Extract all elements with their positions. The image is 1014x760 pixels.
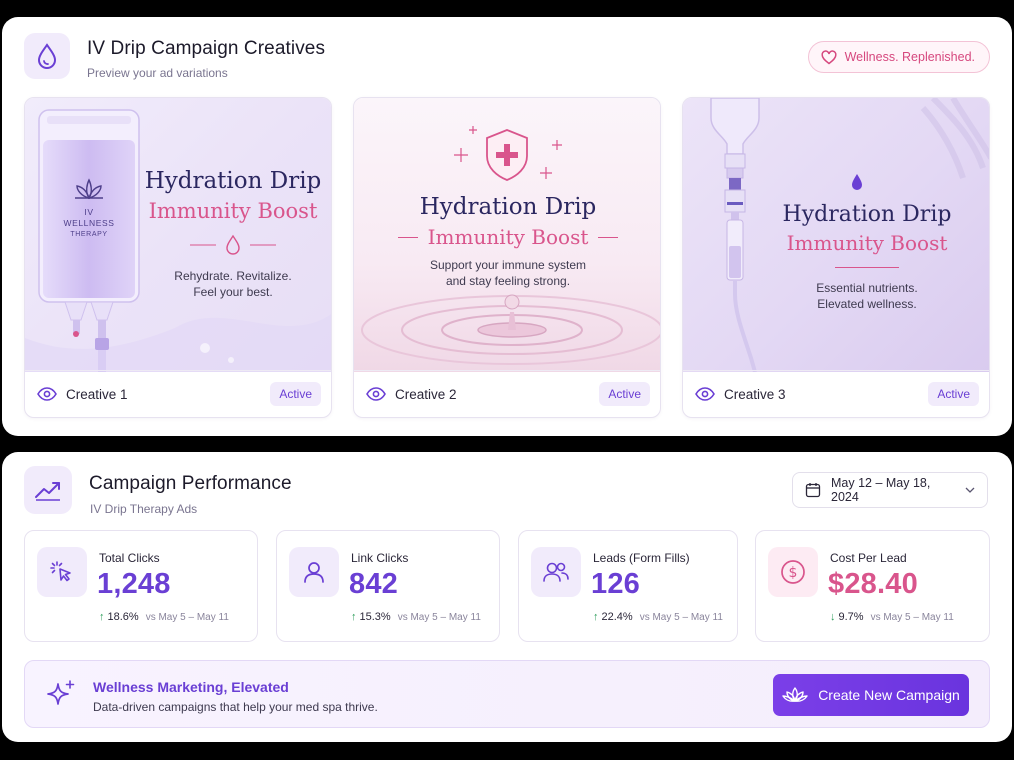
drop-icon bbox=[24, 33, 70, 79]
svg-text:$: $ bbox=[789, 565, 798, 581]
performance-title: Campaign Performance bbox=[89, 473, 292, 494]
stat-total-clicks-compare: vs May 5 – May 11 bbox=[145, 611, 229, 623]
trend-up-icon bbox=[24, 466, 72, 514]
stat-cost-per-lead-compare: vs May 5 – May 11 bbox=[870, 611, 954, 623]
stat-card-total-clicks: Total Clicks 1,248 ↑ 18.6% vs May 5 – Ma… bbox=[24, 530, 258, 642]
stat-card-leads: Leads (Form Fills) 126 ↑ 22.4% vs May 5 … bbox=[518, 530, 738, 642]
creative-3-copy-line1: Essential nutrients. bbox=[816, 281, 918, 295]
banner-subtitle: Data-driven campaigns that help your med… bbox=[93, 700, 378, 714]
user-icon bbox=[289, 547, 339, 597]
heart-icon bbox=[821, 49, 837, 64]
creative-2-subhead: Immunity Boost bbox=[427, 225, 589, 249]
creative-card-1[interactable]: IV WELLNESS THERAPY Hydration Drip Immun… bbox=[24, 97, 332, 418]
creative-2-copy-line2: and stay feeling strong. bbox=[445, 274, 571, 288]
stat-total-clicks-value: 1,248 bbox=[97, 568, 171, 600]
creative-1-footer: Creative 1 Active bbox=[25, 370, 331, 417]
creative-1-headline: Hydration Drip bbox=[144, 168, 322, 194]
creative-1-copy-line1: Rehydrate. Revitalize. bbox=[174, 269, 292, 283]
creative-2-status-badge: Active bbox=[599, 382, 650, 406]
users-icon bbox=[531, 547, 581, 597]
creative-2-headline: Hydration Drip bbox=[419, 194, 597, 220]
cursor-click-icon bbox=[37, 547, 87, 597]
stat-leads-compare: vs May 5 – May 11 bbox=[639, 611, 723, 623]
creative-3-divider bbox=[835, 267, 899, 268]
drop-divider-icon bbox=[190, 234, 276, 255]
arrow-up-icon: ↑ bbox=[593, 611, 599, 623]
creative-2-footer: Creative 2 Active bbox=[354, 370, 660, 417]
creatives-subtitle: Preview your ad variations bbox=[87, 66, 228, 80]
chevron-down-icon bbox=[965, 487, 975, 493]
eye-icon[interactable] bbox=[366, 387, 386, 401]
creative-2-label: Creative 2 bbox=[395, 386, 457, 402]
arrow-up-icon: ↑ bbox=[351, 611, 357, 623]
bag-sub-text: THERAPY bbox=[70, 231, 108, 238]
creatives-title: IV Drip Campaign Creatives bbox=[87, 38, 326, 59]
arrow-down-icon: ↓ bbox=[830, 611, 836, 623]
marketing-banner: Wellness Marketing, Elevated Data-driven… bbox=[24, 660, 990, 728]
eye-icon[interactable] bbox=[37, 387, 57, 401]
stat-leads-label: Leads (Form Fills) bbox=[593, 551, 690, 565]
creatives-panel: IV Drip Campaign Creatives Preview your … bbox=[2, 17, 1012, 436]
creative-2-copy-line1: Support your immune system bbox=[429, 258, 587, 272]
creative-3-image: Hydration Drip Immunity Boost Essential … bbox=[683, 98, 989, 372]
creative-card-3[interactable]: Hydration Drip Immunity Boost Essential … bbox=[682, 97, 990, 418]
creative-1-image: IV WELLNESS THERAPY Hydration Drip Immun… bbox=[25, 98, 331, 372]
creative-1-status-badge: Active bbox=[270, 382, 321, 406]
creative-3-copy-line2: Elevated wellness. bbox=[817, 297, 917, 311]
sparkles-icon bbox=[47, 680, 75, 705]
stat-total-clicks-change: 18.6% bbox=[107, 611, 139, 623]
creative-3-status-badge: Active bbox=[928, 382, 979, 406]
date-range-picker[interactable]: May 12 – May 18, 2024 bbox=[792, 472, 988, 508]
stat-leads-value: 126 bbox=[591, 568, 640, 600]
creative-3-subhead: Immunity Boost bbox=[786, 231, 948, 255]
bag-brand-text: IV WELLNESS bbox=[63, 207, 115, 228]
stat-cost-per-lead-value: $28.40 bbox=[828, 568, 918, 600]
creative-3-label: Creative 3 bbox=[724, 386, 786, 402]
shield-plus-icon bbox=[486, 129, 528, 181]
create-new-campaign-label: Create New Campaign bbox=[818, 687, 960, 703]
stat-cost-per-lead-change: 9.7% bbox=[838, 611, 864, 623]
creative-3-footer: Creative 3 Active bbox=[683, 370, 989, 417]
stat-link-clicks-value: 842 bbox=[349, 568, 398, 600]
performance-subtitle: IV Drip Therapy Ads bbox=[90, 502, 198, 516]
wellness-tag: Wellness. Replenished. bbox=[807, 41, 990, 73]
calendar-icon bbox=[805, 483, 821, 498]
arrow-up-icon: ↑ bbox=[99, 611, 105, 623]
performance-panel: Campaign Performance IV Drip Therapy Ads… bbox=[2, 452, 1012, 742]
creative-1-copy-line2: Feel your best. bbox=[193, 285, 273, 299]
stat-cost-per-lead-label: Cost Per Lead bbox=[830, 551, 907, 565]
creative-3-headline: Hydration Drip bbox=[782, 202, 952, 227]
eye-icon[interactable] bbox=[695, 387, 715, 401]
creative-card-2[interactable]: Hydration Drip Immunity Boost Support yo… bbox=[353, 97, 661, 418]
stat-card-cost-per-lead: $ Cost Per Lead $28.40 ↓ 9.7% vs May 5 –… bbox=[755, 530, 990, 642]
lotus-icon bbox=[782, 687, 808, 702]
dollar-coin-icon: $ bbox=[768, 547, 818, 597]
date-range-text: May 12 – May 18, 2024 bbox=[831, 476, 931, 504]
stat-link-clicks-change: 15.3% bbox=[359, 611, 391, 623]
creative-1-label: Creative 1 bbox=[66, 386, 128, 402]
stat-card-link-clicks: Link Clicks 842 ↑ 15.3% vs May 5 – May 1… bbox=[276, 530, 500, 642]
create-new-campaign-button[interactable]: Create New Campaign bbox=[773, 674, 969, 716]
wellness-tag-text: Wellness. Replenished. bbox=[844, 50, 975, 64]
creative-2-image: Hydration Drip Immunity Boost Support yo… bbox=[354, 98, 660, 372]
creative-1-subhead: Immunity Boost bbox=[148, 199, 318, 223]
stat-link-clicks-label: Link Clicks bbox=[351, 551, 409, 565]
stat-total-clicks-label: Total Clicks bbox=[99, 551, 160, 565]
stat-link-clicks-compare: vs May 5 – May 11 bbox=[397, 611, 481, 623]
banner-title: Wellness Marketing, Elevated bbox=[93, 679, 289, 695]
stat-leads-change: 22.4% bbox=[601, 611, 633, 623]
